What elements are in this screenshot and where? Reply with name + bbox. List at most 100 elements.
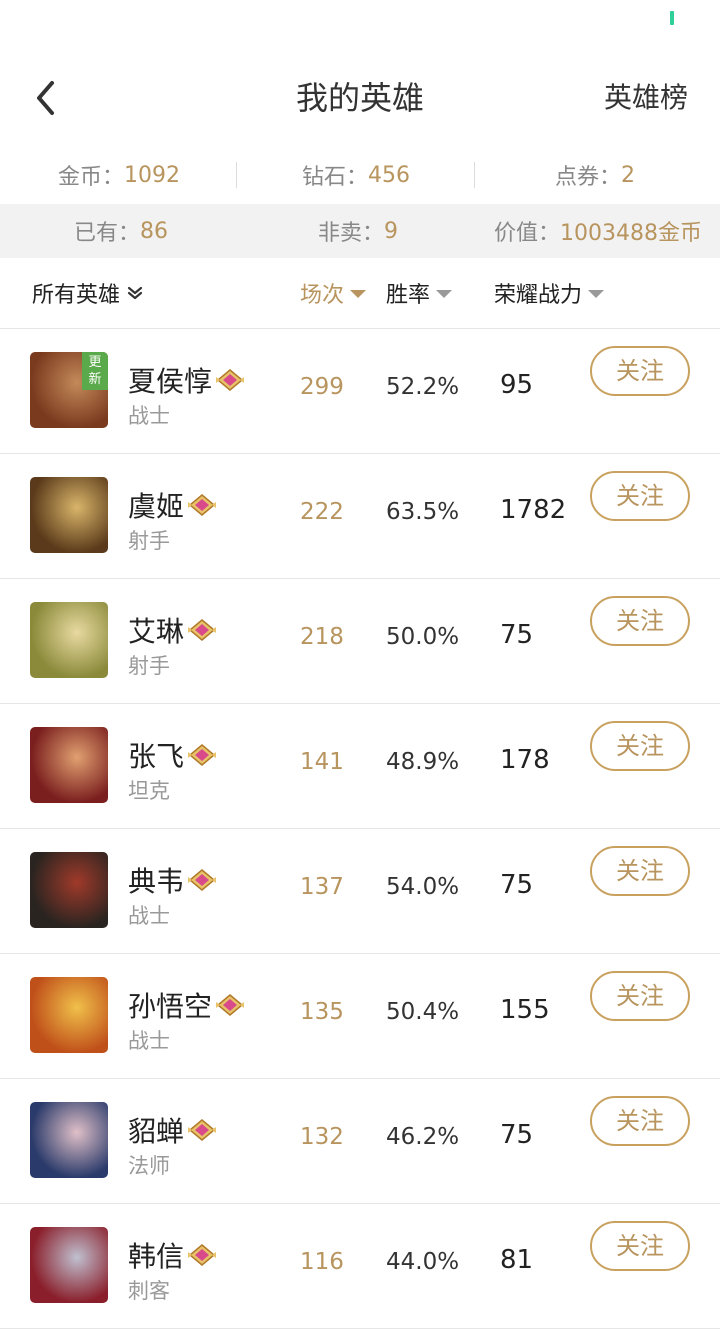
hero-portrait-image [30,977,108,1053]
sort-power-button[interactable]: 荣耀战力 [494,258,605,328]
hero-avatar [30,1227,108,1303]
hero-power: 81 [500,1245,534,1275]
gold-stat: 金币： 1092 [58,146,180,204]
stat-label: 已有： [74,221,141,246]
hero-name: 夏侯惇 [128,365,213,398]
hero-portrait-image [30,727,108,803]
hero-games: 222 [300,499,344,525]
hero-games: 116 [300,1249,344,1275]
hero-row[interactable]: 典韦 战士 137 54.0% 75 关注 [0,828,720,954]
stat-label: 金币： [58,165,125,190]
follow-button[interactable]: 关注 [590,721,690,771]
hero-winrate: 50.0% [386,624,460,650]
hero-winrate: 54.0% [386,874,460,900]
sort-label: 胜率 [386,283,431,308]
hero-power: 75 [500,1120,534,1150]
hero-name: 虞姬 [128,490,185,523]
hero-role: 战士 [128,1029,170,1053]
hero-portrait-image [30,1227,108,1303]
stat-label: 非卖： [318,221,385,246]
follow-button[interactable]: 关注 [590,596,690,646]
hero-portrait-image [30,602,108,678]
follow-button[interactable]: 关注 [590,1096,690,1146]
follow-button[interactable]: 关注 [590,471,690,521]
hero-avatar [30,602,108,678]
stat-value: 86 [140,218,169,244]
rank-gem-icon [216,369,245,391]
diamond-stat: 钻石： 456 [302,146,410,204]
rank-gem-icon [188,1244,217,1266]
hero-games: 132 [300,1124,344,1150]
follow-button[interactable]: 关注 [590,846,690,896]
hero-games: 135 [300,999,344,1025]
divider [474,162,475,188]
hero-name-wrap: 典韦 [128,860,218,900]
hero-row[interactable]: 虞姬 射手 222 63.5% 1782 关注 [0,453,720,579]
collection-stats: 已有： 86 非卖： 9 价值： 1003488金币 [0,204,720,258]
hero-role: 射手 [128,654,170,678]
hero-power: 1782 [500,495,567,525]
hero-name-wrap: 韩信 [128,1235,218,1275]
rank-gem-icon [188,869,217,891]
sort-header: 所有英雄 场次 胜率 荣耀战力 [0,258,720,329]
nav-bar: 我的英雄 英雄榜 [0,40,720,147]
hero-avatar [30,852,108,928]
hero-winrate: 48.9% [386,749,460,775]
hero-name: 张飞 [128,740,185,773]
stat-label: 价值： [494,221,561,246]
hero-name: 孙悟空 [128,990,213,1023]
hero-role: 坦克 [128,779,170,803]
hero-role: 战士 [128,404,170,428]
hero-row[interactable]: 更新 夏侯惇 战士 299 52.2% 95 关注 [0,328,720,454]
chevron-left-icon [37,81,54,115]
stat-value: 456 [368,162,411,188]
rank-gem-icon [188,619,217,641]
hero-portrait-image [30,1102,108,1178]
sort-winrate-button[interactable]: 胜率 [386,258,453,328]
sort-desc-icon [350,290,367,298]
hero-row[interactable]: 孙悟空 战士 135 50.4% 155 关注 [0,953,720,1079]
hero-winrate: 63.5% [386,499,460,525]
hero-row[interactable]: 貂蝉 法师 132 46.2% 75 关注 [0,1078,720,1204]
hero-power: 75 [500,870,534,900]
filter-label: 所有英雄 [32,283,121,308]
hero-games: 299 [300,374,344,400]
hero-portrait-image [30,852,108,928]
hero-filter-dropdown[interactable]: 所有英雄 [32,258,144,328]
back-button[interactable] [30,78,64,118]
hero-role: 战士 [128,904,170,928]
follow-button[interactable]: 关注 [590,346,690,396]
hero-ranking-link[interactable]: 英雄榜 [604,40,688,156]
hero-winrate: 52.2% [386,374,460,400]
follow-button[interactable]: 关注 [590,1221,690,1271]
stat-label: 钻石： [302,165,369,190]
sort-games-button[interactable]: 场次 [300,258,367,328]
rank-gem-icon [188,1119,217,1141]
hero-power: 95 [500,370,534,400]
double-chevron-down-icon [127,286,143,300]
hero-games: 141 [300,749,344,775]
rank-gem-icon [216,994,245,1016]
stat-value: 1003488金币 [560,221,702,246]
hero-power: 75 [500,620,534,650]
hero-winrate: 50.4% [386,999,460,1025]
not-for-sale-stat: 非卖： 9 [318,204,398,258]
hero-row[interactable]: 张飞 坦克 141 48.9% 178 关注 [0,703,720,829]
follow-button[interactable]: 关注 [590,971,690,1021]
hero-name-wrap: 艾琳 [128,610,218,650]
hero-avatar: 更新 [30,352,108,428]
sort-desc-icon [436,290,453,298]
hero-name-wrap: 孙悟空 [128,985,246,1025]
hero-role: 射手 [128,529,170,553]
rank-gem-icon [188,744,217,766]
hero-row[interactable]: 韩信 刺客 116 44.0% 81 关注 [0,1203,720,1329]
hero-row[interactable]: 艾琳 射手 218 50.0% 75 关注 [0,578,720,704]
hero-name-wrap: 张飞 [128,735,218,775]
hero-avatar [30,1102,108,1178]
hero-name-wrap: 虞姬 [128,485,218,525]
hero-name: 艾琳 [128,615,185,648]
sort-label: 荣耀战力 [494,283,583,308]
hero-role: 法师 [128,1154,170,1178]
hero-avatar [30,977,108,1053]
hero-portrait-image [30,477,108,553]
